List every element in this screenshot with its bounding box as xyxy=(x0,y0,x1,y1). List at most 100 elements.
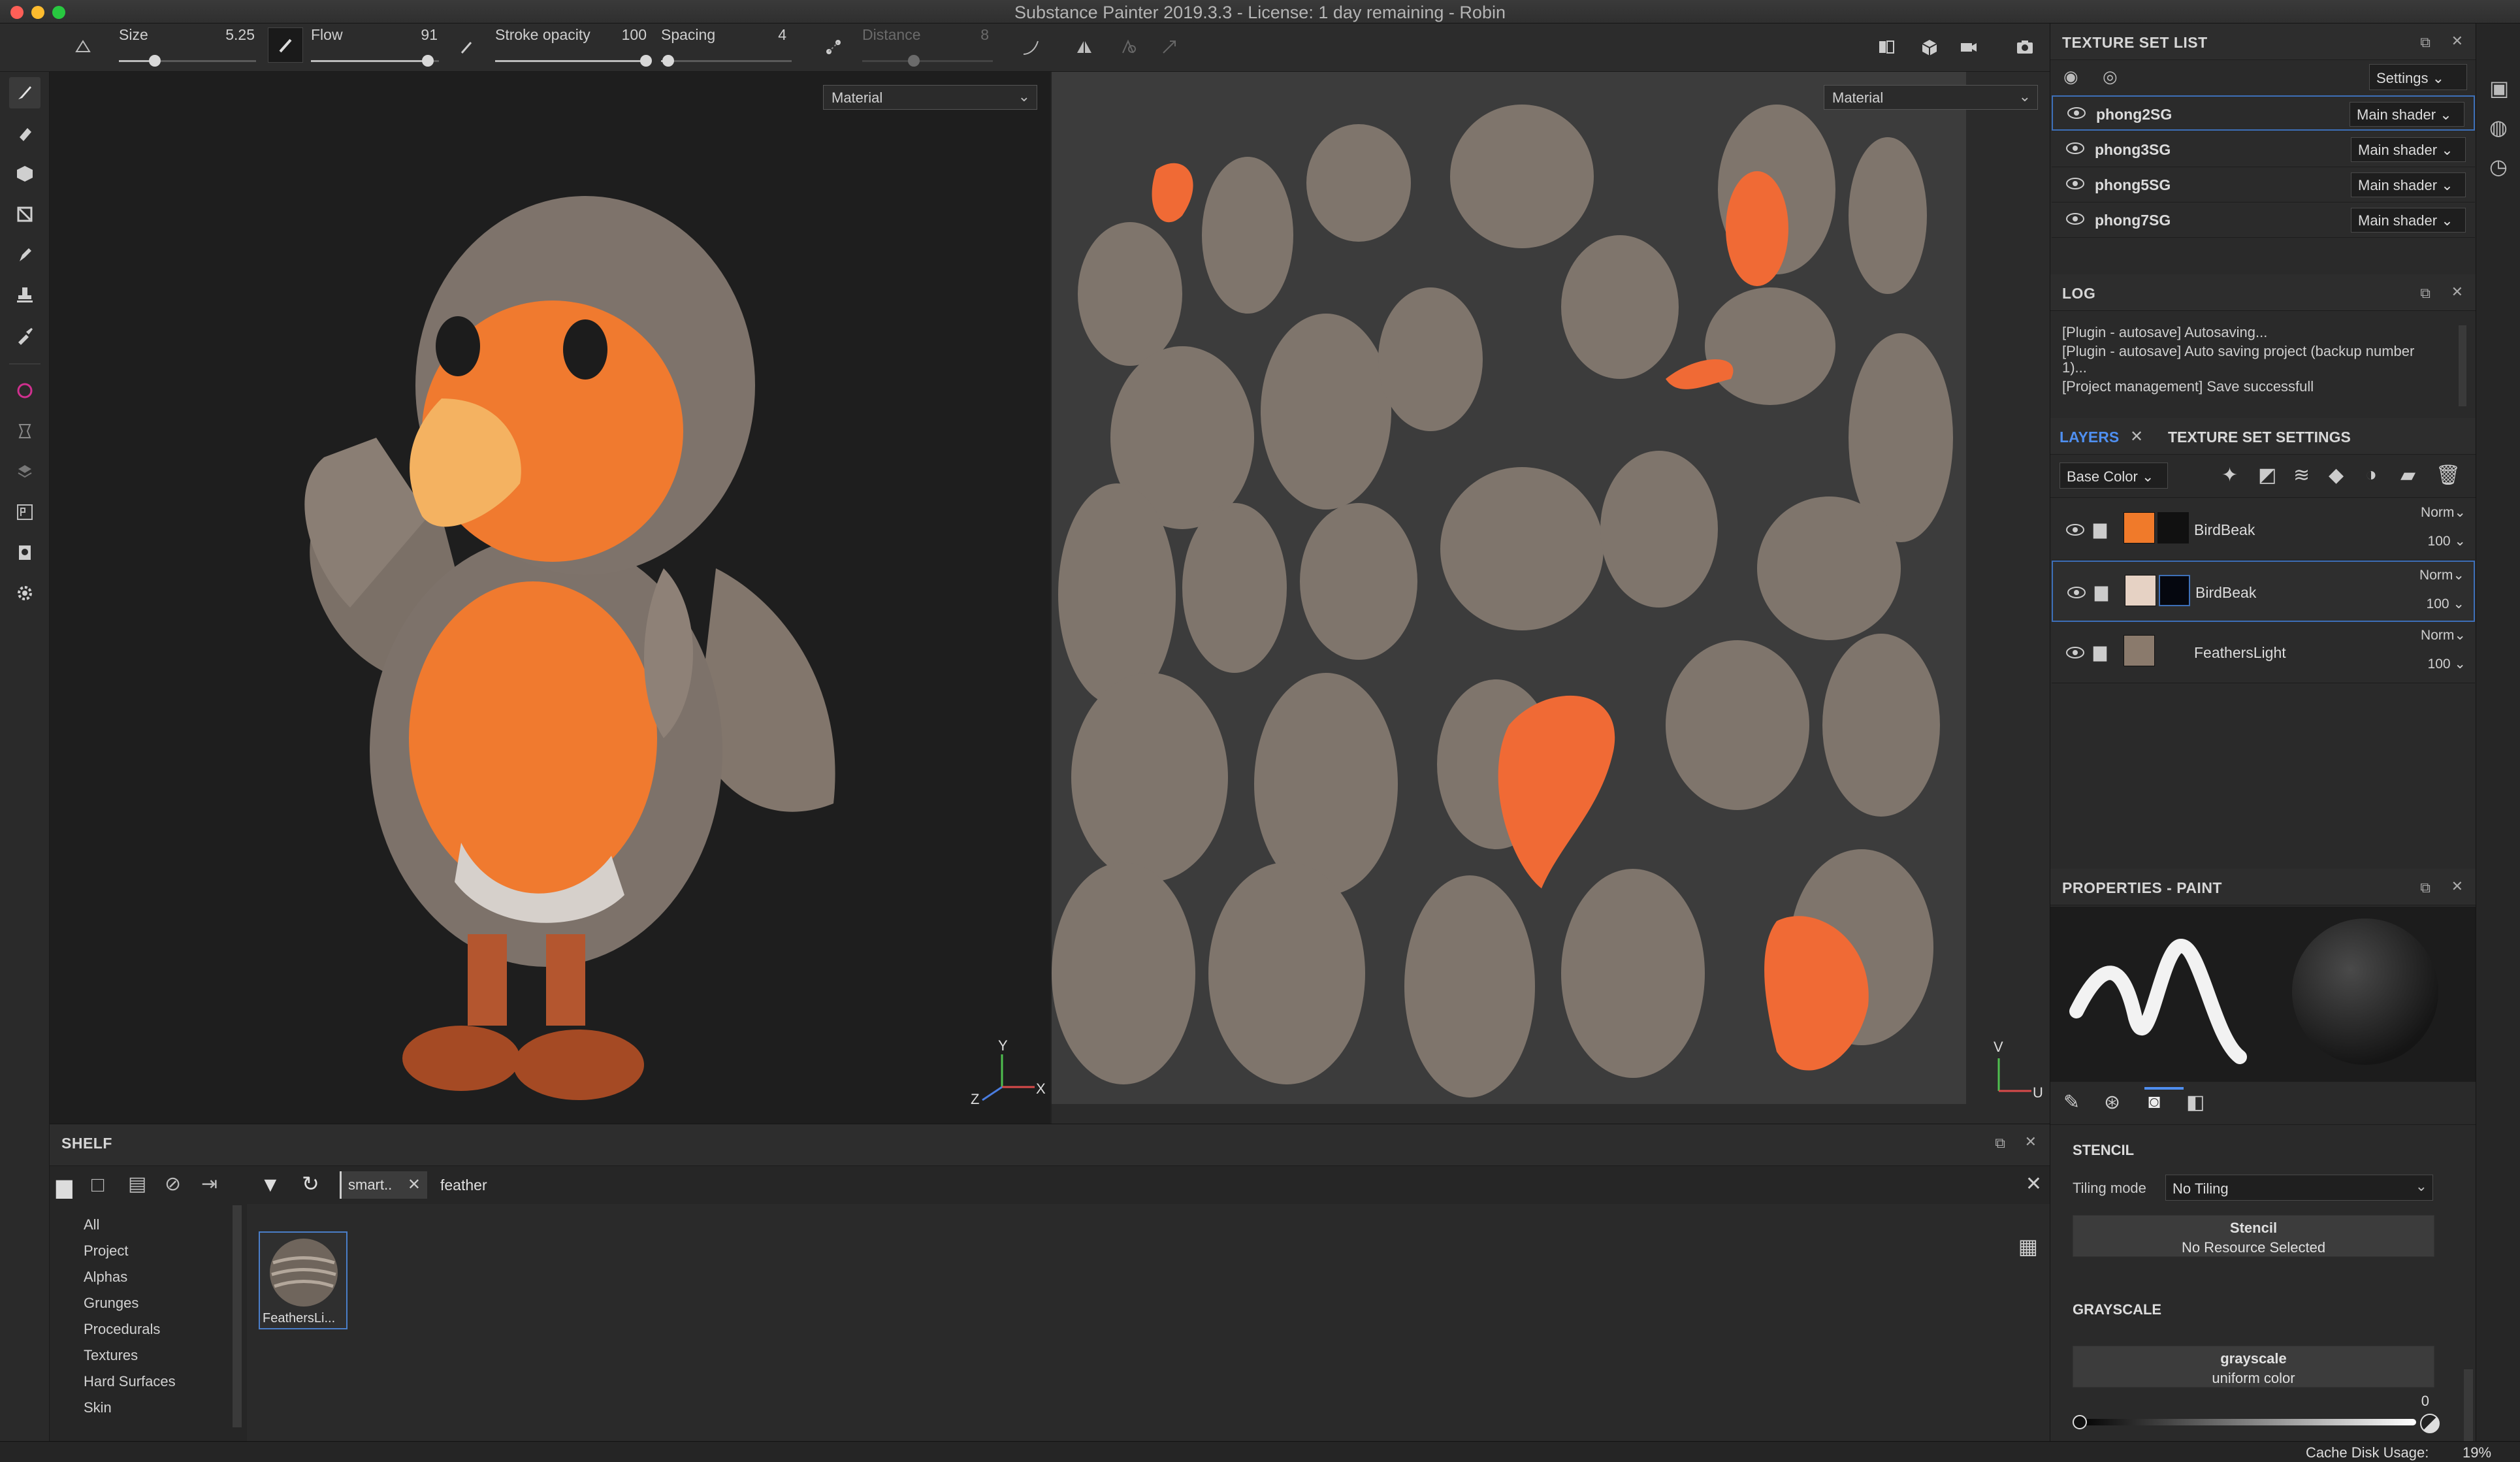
layer-mask-thumbnail[interactable] xyxy=(2159,575,2190,606)
add-smart-material-icon[interactable]: ◑ xyxy=(2365,464,2377,486)
grayscale-slider-knob[interactable] xyxy=(2073,1415,2087,1429)
layer-color-thumbnail[interactable] xyxy=(2124,635,2155,666)
display-settings-icon[interactable]: ▣ xyxy=(2489,76,2509,101)
texture-set-row[interactable]: phong2SG Main shader ⌄ xyxy=(2052,95,2475,131)
stroke-opacity-slider[interactable] xyxy=(495,55,652,67)
bake-icon[interactable] xyxy=(9,415,40,447)
hide-others-icon[interactable]: ◉ xyxy=(2063,67,2078,87)
visibility-eye-icon[interactable] xyxy=(2066,213,2084,225)
add-layer-icon[interactable]: ≋ xyxy=(2293,464,2310,487)
grayscale-resource-button[interactable]: grayscale uniform color xyxy=(2073,1346,2434,1388)
layer-row[interactable]: ▆ FeathersLight Norm⌄ 100 ⌄ xyxy=(2052,622,2475,683)
polygon-fill-icon[interactable] xyxy=(9,199,40,230)
texture-set-row[interactable]: phong5SG Main shader ⌄ xyxy=(2052,167,2475,203)
photoshop-export-icon[interactable] xyxy=(9,496,40,528)
viewport-2d-mode-select[interactable]: Material ⌄ xyxy=(1824,85,2038,110)
hide-icon[interactable]: ⊘ xyxy=(165,1173,181,1195)
robin-3d-model[interactable] xyxy=(246,150,938,1104)
viewport-3d[interactable]: Material ⌄ Y X Z xyxy=(50,72,1050,1124)
visibility-eye-icon[interactable] xyxy=(2067,587,2086,598)
shelf-category-alphas[interactable]: Alphas xyxy=(84,1264,176,1290)
close-panel-icon[interactable]: ✕ xyxy=(2451,33,2463,50)
layer-opacity[interactable]: 100 ⌄ xyxy=(2428,656,2466,672)
grid-view-icon[interactable]: ▦ xyxy=(2018,1234,2038,1259)
shader-dropdown[interactable]: Main shader ⌄ xyxy=(2351,172,2466,197)
filter-tag[interactable]: smart.. ✕ xyxy=(340,1171,427,1199)
shelf-category-hard-surfaces[interactable]: Hard Surfaces xyxy=(84,1369,176,1395)
3d-view-cube-icon[interactable] xyxy=(1915,33,1944,61)
log-scrollbar[interactable] xyxy=(2459,325,2466,406)
tab-texture-set-settings[interactable]: TEXTURE SET SETTINGS xyxy=(2168,429,2351,446)
visibility-eye-icon[interactable] xyxy=(2066,178,2084,189)
shader-settings-icon[interactable]: ◍ xyxy=(2489,115,2508,140)
layer-opacity[interactable]: 100 ⌄ xyxy=(2428,533,2466,549)
add-effect-icon[interactable]: ✦ xyxy=(2221,464,2238,487)
float-panel-icon[interactable]: ⧉ xyxy=(1995,1135,2005,1152)
visibility-eye-icon[interactable] xyxy=(2066,647,2084,658)
layer-row[interactable]: ▆ BirdBeak Norm⌄ 100 ⌄ xyxy=(2052,499,2475,560)
folder-icon[interactable]: ▆ xyxy=(56,1174,73,1199)
properties-scrollbar[interactable] xyxy=(2464,1369,2473,1441)
flow-pressure-icon[interactable] xyxy=(452,33,481,61)
brush-tab-icon[interactable]: ✎ xyxy=(2063,1091,2080,1114)
viewport-3d-mode-select[interactable]: Material ⌄ xyxy=(823,85,1037,110)
close-panel-icon[interactable]: ✕ xyxy=(2451,284,2463,301)
uv-canvas[interactable] xyxy=(1052,72,1966,1104)
texture-set-row[interactable]: phong7SG Main shader ⌄ xyxy=(2052,203,2475,238)
flow-slider[interactable] xyxy=(311,55,439,67)
layer-mask-thumbnail[interactable] xyxy=(2157,512,2189,544)
alpha-tab-icon[interactable]: ◧ xyxy=(2186,1091,2205,1114)
visibility-eye-icon[interactable] xyxy=(2066,524,2084,536)
projection-icon[interactable] xyxy=(9,158,40,189)
shelf-category-project[interactable]: Project xyxy=(84,1238,176,1264)
show-all-icon[interactable]: ◎ xyxy=(2103,67,2118,87)
shader-dropdown[interactable]: Main shader ⌄ xyxy=(2351,208,2466,233)
pressure-toggle[interactable] xyxy=(268,27,303,63)
blend-mode-select[interactable]: Norm⌄ xyxy=(2421,504,2466,521)
paint-brush-icon[interactable] xyxy=(9,77,40,108)
layer-name[interactable]: FeathersLight xyxy=(2194,644,2286,662)
close-tab-icon[interactable]: ✕ xyxy=(2130,427,2143,446)
remove-tag-icon[interactable]: ✕ xyxy=(408,1175,421,1194)
shader-dropdown[interactable]: Main shader ⌄ xyxy=(2350,102,2464,127)
shelf-category-procedurals[interactable]: Procedurals xyxy=(84,1316,176,1342)
layer-color-thumbnail[interactable] xyxy=(2125,575,2156,606)
close-panel-icon[interactable]: ✕ xyxy=(2025,1133,2037,1150)
viewport-2d-uv[interactable]: Material ⌄ V U xyxy=(1052,72,2050,1124)
grayscale-slider[interactable] xyxy=(2073,1415,2416,1429)
shelf-category-scrollbar[interactable] xyxy=(233,1205,242,1427)
visibility-eye-icon[interactable] xyxy=(2066,142,2084,154)
mirror-icon[interactable] xyxy=(1070,33,1099,61)
shelf-category-grunges[interactable]: Grunges xyxy=(84,1290,176,1316)
material-tab-icon[interactable]: ⊛ xyxy=(2104,1091,2120,1114)
new-folder-icon[interactable]: □ xyxy=(91,1173,104,1197)
resources-icon[interactable] xyxy=(9,537,40,568)
layer-opacity[interactable]: 100 ⌄ xyxy=(2427,596,2464,612)
add-folder-icon[interactable]: ▰ xyxy=(2400,464,2415,487)
import-icon[interactable]: ⇥ xyxy=(201,1173,218,1195)
clone-stamp-icon[interactable] xyxy=(9,280,40,311)
spacing-value[interactable]: 4 xyxy=(732,26,786,44)
filter-icon[interactable]: ▼ xyxy=(260,1173,281,1197)
stroke-opacity-value[interactable]: 100 xyxy=(594,26,647,44)
shelf-item[interactable]: FeathersLi... xyxy=(259,1231,347,1329)
delete-layer-icon[interactable]: 🗑 xyxy=(2436,464,2461,487)
line-tool-icon[interactable] xyxy=(1016,33,1045,61)
flow-value[interactable]: 91 xyxy=(385,26,438,44)
blend-mode-select[interactable]: Norm⌄ xyxy=(2419,567,2464,583)
screenshot-camera-icon[interactable] xyxy=(2011,33,2039,61)
shelf-category-skin[interactable]: Skin xyxy=(84,1395,176,1421)
blend-mode-select[interactable]: Norm⌄ xyxy=(2421,627,2466,643)
layer-row[interactable]: ▆ BirdBeak Norm⌄ 100 ⌄ xyxy=(2052,560,2475,622)
texture-set-settings-dropdown[interactable]: Settings ⌄ xyxy=(2369,64,2467,90)
tab-layers[interactable]: LAYERS xyxy=(2060,429,2119,446)
grayscale-value[interactable]: 0 xyxy=(2403,1393,2429,1410)
add-mask-icon[interactable]: ◩ xyxy=(2258,464,2276,487)
substance-share-icon[interactable] xyxy=(9,375,40,406)
stencil-tab-icon[interactable]: ◙ xyxy=(2148,1091,2160,1113)
split-view-icon[interactable] xyxy=(1872,33,1901,61)
shelf-search-input[interactable]: feather ✕ xyxy=(435,1171,2048,1199)
color-picker-swatch-icon[interactable] xyxy=(2420,1414,2440,1433)
spacing-slider[interactable] xyxy=(661,55,792,67)
camera-video-icon[interactable] xyxy=(1954,33,1983,61)
